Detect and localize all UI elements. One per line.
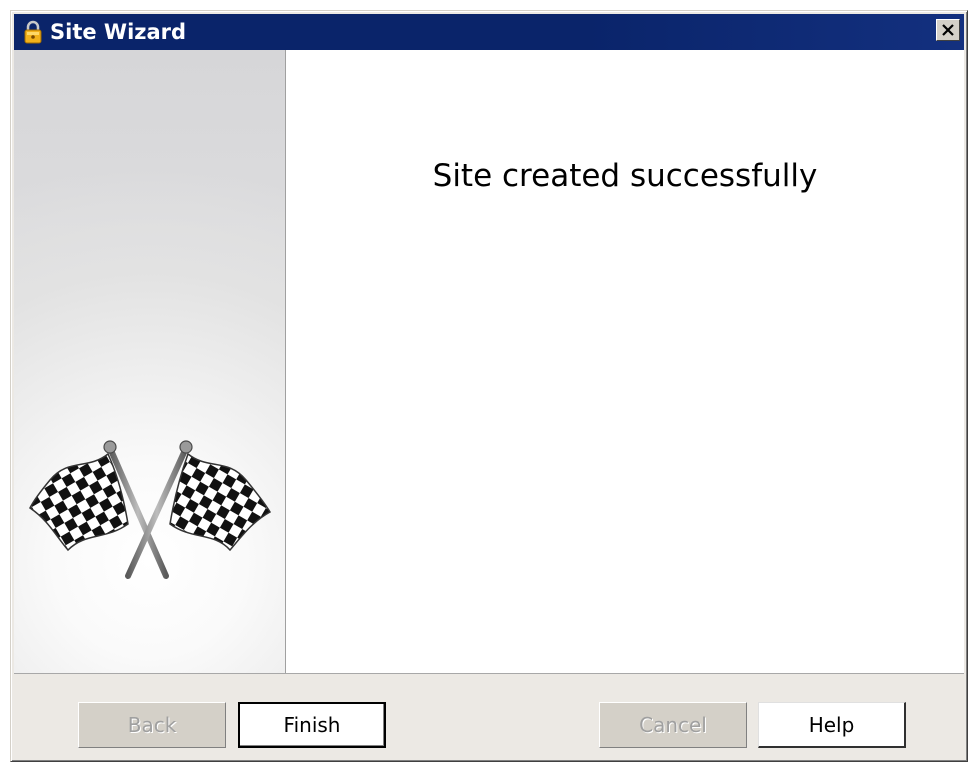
title-bar[interactable]: Site Wizard: [14, 14, 964, 50]
checkered-flags-icon: [29, 440, 272, 579]
status-heading: Site created successfully: [432, 158, 818, 194]
wizard-content: Site created successfully: [286, 50, 964, 673]
close-icon: [942, 24, 954, 36]
help-button[interactable]: Help: [758, 702, 906, 748]
back-button[interactable]: Back: [78, 702, 226, 748]
lock-icon: [22, 19, 44, 45]
wizard-body: Site created successfully: [14, 50, 964, 673]
close-button[interactable]: [936, 19, 960, 41]
finish-button[interactable]: Finish: [238, 702, 386, 748]
window-title: Site Wizard: [50, 20, 187, 44]
button-bar: Back Finish Cancel Help: [14, 673, 964, 757]
cancel-button[interactable]: Cancel: [599, 702, 747, 748]
site-wizard-window: Site Wizard Site created successfully Ba…: [10, 10, 968, 762]
wizard-side-panel: [14, 50, 286, 673]
